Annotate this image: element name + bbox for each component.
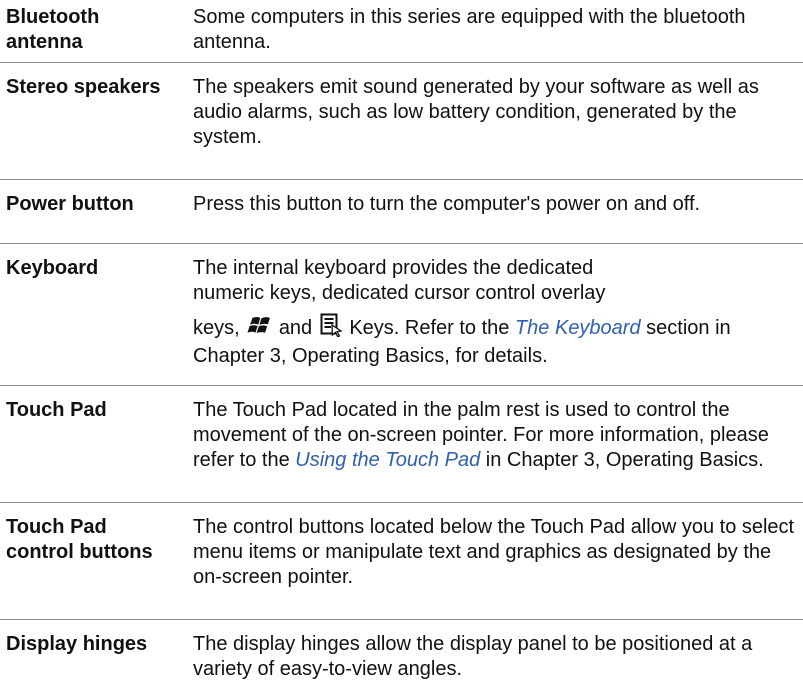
definition-table: Bluetooth antenna Some computers in this… xyxy=(0,0,803,680)
desc-keyboard-line-2: numeric keys, dedicated cursor control o… xyxy=(193,282,606,304)
term-display-hinges: Display hinges xyxy=(6,633,148,655)
term-power-button: Power button xyxy=(6,193,134,215)
link-using-the-touch-pad[interactable]: Using the Touch Pad xyxy=(295,449,480,471)
table-row: Stereo speakers The speakers emit sound … xyxy=(0,63,803,180)
desc-touch-pad: The Touch Pad located in the palm rest i… xyxy=(179,386,803,502)
desc-keyboard-line-1: The internal keyboard provides the dedic… xyxy=(193,257,594,279)
table-row: Touch Pad The Touch Pad located in the p… xyxy=(0,386,803,503)
link-the-keyboard[interactable]: The Keyboard xyxy=(515,317,641,339)
table-row: Power button Press this button to turn t… xyxy=(0,180,803,244)
table-row: Bluetooth antenna Some computers in this… xyxy=(0,0,803,63)
desc-power-button: Press this button to turn the computer's… xyxy=(193,193,701,215)
desc-keyboard: The internal keyboard provides the dedic… xyxy=(179,244,803,385)
term-bluetooth-antenna: Bluetooth antenna xyxy=(6,6,100,53)
desc-touch-pad-after: in Chapter 3, Operating Basics. xyxy=(485,449,764,471)
table-row: Display hinges The display hinges allow … xyxy=(0,620,803,680)
table-row: Touch Pad control buttons The control bu… xyxy=(0,503,803,620)
desc-keyboard-and-text: and xyxy=(278,317,313,339)
desc-stereo-speakers: The speakers emit sound generated by you… xyxy=(193,76,759,148)
desc-keyboard-keys-text: keys, xyxy=(193,317,240,339)
application-menu-key-icon xyxy=(320,313,343,344)
term-keyboard: Keyboard xyxy=(6,257,99,279)
windows-key-icon xyxy=(247,315,271,344)
term-touch-pad: Touch Pad xyxy=(6,399,107,421)
term-touch-pad-control-buttons: Touch Pad control buttons xyxy=(6,516,153,563)
desc-display-hinges: The display hinges allow the display pan… xyxy=(193,633,753,680)
desc-keyboard-line-3: keys, and Keys. Refer to the The Keyboar… xyxy=(193,313,799,369)
desc-bluetooth-antenna: Some computers in this series are equipp… xyxy=(193,6,746,53)
term-stereo-speakers: Stereo speakers xyxy=(6,76,161,98)
table-row: Keyboard The internal keyboard provides … xyxy=(0,244,803,386)
desc-touch-pad-control-buttons: The control buttons located below the To… xyxy=(193,516,795,588)
desc-keyboard-keys-after: Keys. Refer to the xyxy=(349,317,510,339)
